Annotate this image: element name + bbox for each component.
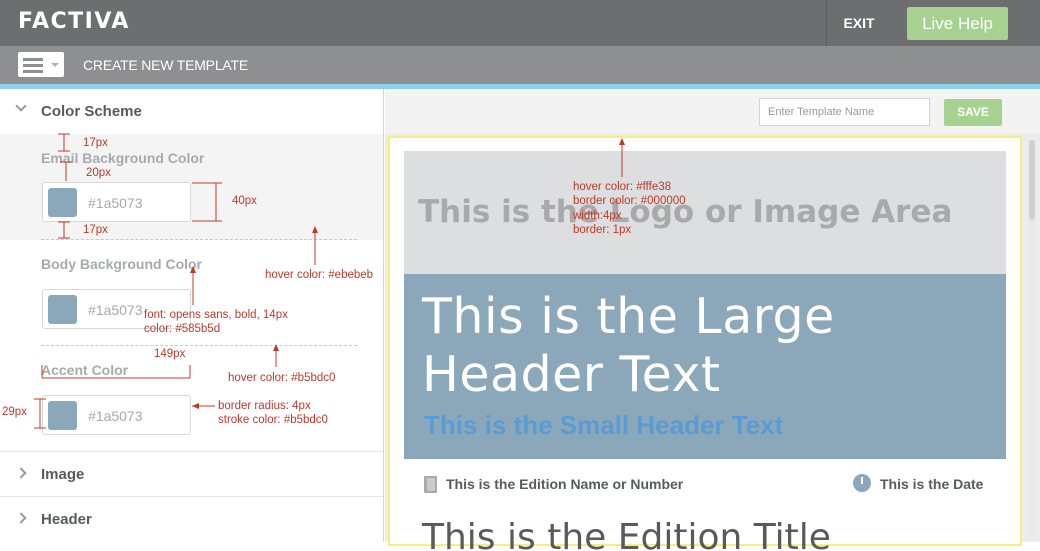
annotation: 29px — [2, 406, 27, 418]
preview-pane: Enter Template Name SAVE This is the Log… — [385, 89, 1040, 551]
save-button[interactable]: SAVE — [944, 99, 1002, 126]
section-label: Color Scheme — [41, 103, 142, 120]
color-value: #1a5073 — [88, 302, 143, 318]
color-value: #1a5073 — [88, 408, 143, 424]
color-value: #1a5073 — [88, 195, 143, 211]
annotation: 20px — [86, 167, 111, 179]
top-bar: FACTIVA EXIT Live Help — [0, 0, 1040, 46]
small-header-text: This is the Small Header Text — [424, 410, 784, 440]
clock-icon — [853, 474, 871, 492]
edition-row: This is the Edition Name or Number This … — [404, 459, 1006, 511]
dashed-divider — [41, 345, 357, 346]
large-header-text: This is the Large Header Text — [422, 288, 835, 403]
scrollbar-thumb[interactable] — [1029, 140, 1035, 220]
edition-date: This is the Date — [880, 476, 984, 492]
section-label: Header — [41, 511, 92, 528]
annotation: stroke color: #b5bdc0 — [218, 414, 328, 426]
chevron-down-icon — [15, 100, 27, 112]
color-swatch — [48, 188, 77, 217]
annotation: font: opens sans, bold, 14px — [144, 309, 288, 321]
email-body: This is the Logo or Image Area This is t… — [404, 151, 1006, 551]
annotation: 17px — [83, 137, 108, 149]
menu-button[interactable] — [18, 52, 64, 77]
annotation: border: 1px — [573, 224, 632, 236]
logo-image-area[interactable]: This is the Logo or Image Area — [404, 151, 1006, 274]
sub-header: CREATE NEW TEMPLATE — [0, 46, 1040, 84]
template-name-input[interactable]: Enter Template Name — [759, 98, 930, 126]
chevron-right-icon — [15, 467, 27, 479]
factiva-logo: FACTIVA — [18, 9, 130, 34]
hamburger-menu-icon — [23, 58, 43, 76]
field-label: Accent Color — [41, 362, 129, 378]
email-background-color-block: Email Background Color #1a5073 — [0, 134, 383, 240]
page-title: CREATE NEW TEMPLATE — [83, 57, 248, 73]
annotation: hover color: #ebebeb — [265, 269, 374, 281]
exit-button[interactable]: EXIT — [827, 0, 891, 46]
color-swatch — [48, 295, 77, 324]
edition-name: This is the Edition Name or Number — [446, 476, 684, 492]
color-swatch — [48, 401, 77, 430]
email-background-color-input[interactable]: #1a5073 — [42, 182, 191, 222]
section-color-scheme[interactable]: Color Scheme — [0, 89, 383, 133]
annotation: 149px — [154, 348, 186, 360]
annotation: color: #585b5d — [144, 323, 221, 335]
chevron-right-icon — [15, 512, 27, 524]
annotation: 17px — [83, 224, 108, 236]
header-area[interactable]: This is the Large Header Text This is th… — [404, 274, 1006, 459]
annotation: hover color: #b5bdc0 — [228, 372, 336, 384]
section-label: Image — [41, 466, 85, 483]
annotation: border radius: 4px — [218, 400, 311, 412]
section-header[interactable]: Header — [0, 497, 383, 541]
accent-color-input[interactable]: #1a5073 — [42, 395, 191, 435]
field-label: Body Background Color — [41, 256, 203, 272]
dashed-divider — [41, 239, 357, 240]
annotation: border color: #000000 — [573, 195, 686, 207]
annotation: hover color: #fffe38 — [573, 181, 672, 193]
preview-toolbar: Enter Template Name SAVE — [385, 89, 1040, 134]
email-preview[interactable]: This is the Logo or Image Area This is t… — [388, 136, 1022, 551]
live-help-button[interactable]: Live Help — [907, 7, 1008, 40]
section-image[interactable]: Image — [0, 452, 383, 496]
preview-scrollbar[interactable] — [1028, 140, 1036, 540]
field-label: Email Background Color — [41, 150, 205, 166]
annotation: width:4px — [573, 210, 622, 222]
edition-title: This is the Edition Title — [422, 517, 831, 551]
book-icon — [424, 476, 437, 493]
annotation: 40px — [232, 195, 257, 207]
caret-down-icon — [51, 63, 59, 67]
